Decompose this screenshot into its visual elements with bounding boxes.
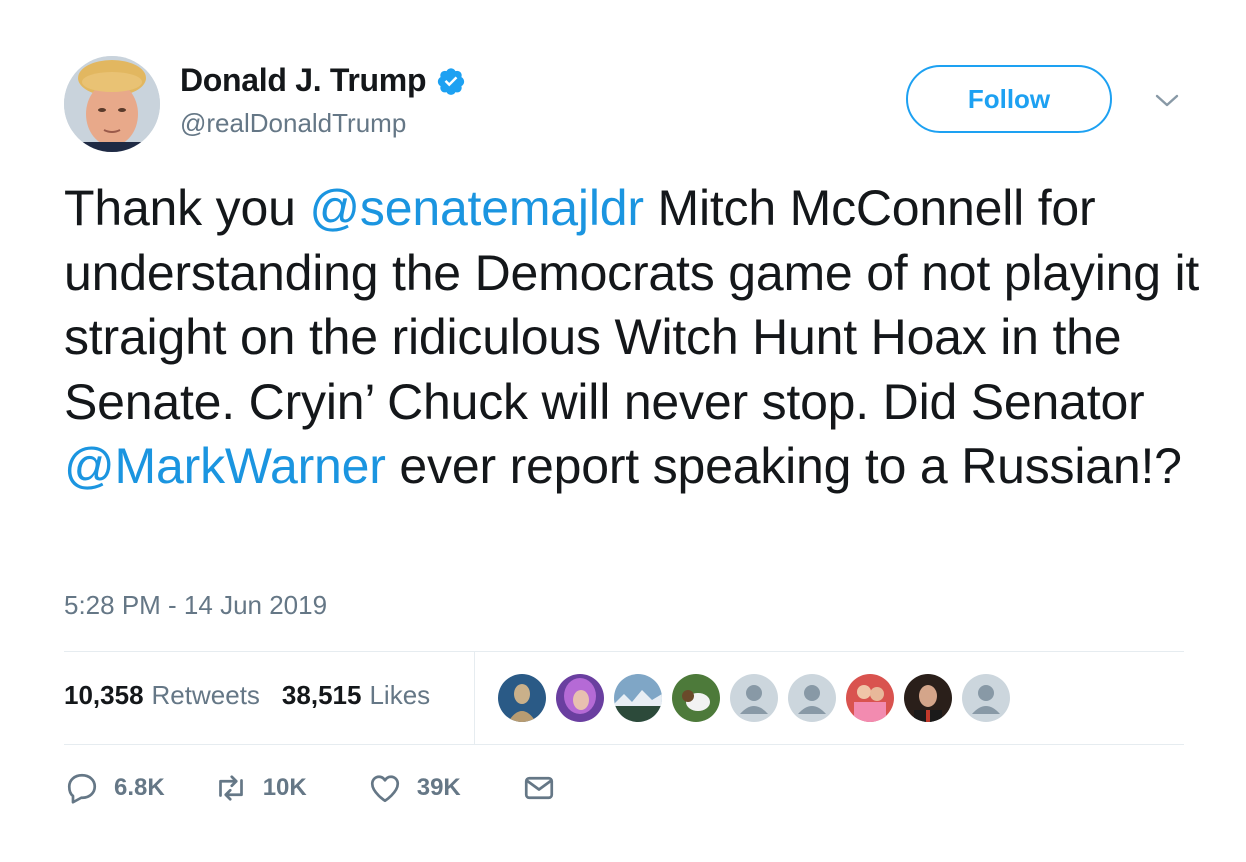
heart-icon (370, 775, 399, 803)
likes-stat[interactable]: 38,515 Likes (282, 680, 430, 711)
liker-avatar-image (672, 674, 720, 722)
tweet-text-segment: ever report speaking to a Russian!? (385, 438, 1182, 494)
likes-count: 38,515 (281, 680, 362, 710)
tweet-stats: 10,358 Retweets 38,515 Likes (64, 680, 430, 711)
default-avatar-icon[interactable] (788, 674, 836, 722)
default-avatar-icon[interactable] (962, 674, 1010, 722)
liker-avatar-image (614, 674, 662, 722)
divider-top (64, 651, 1184, 652)
retweet-icon (218, 775, 243, 801)
liker-avatar[interactable] (556, 674, 604, 722)
avatar-image (64, 56, 160, 152)
follow-button[interactable]: Follow (906, 65, 1112, 133)
default-avatar-icon[interactable] (730, 674, 778, 722)
reply-count: 6.8K (114, 774, 165, 801)
author-name[interactable]: Donald J. Trump (180, 62, 427, 99)
liker-avatar-image (904, 674, 952, 722)
verified-badge-icon (438, 67, 465, 95)
liker-avatar[interactable] (614, 674, 662, 722)
author-handle[interactable]: @realDonaldTrump (180, 108, 406, 139)
tweet-actions: 6.8K 10K 39K (64, 770, 571, 806)
tweet-text: Thank you @senatemajldr Mitch McConnell … (64, 176, 1204, 499)
reply-action[interactable]: 6.8K (64, 770, 165, 806)
divider-bottom (64, 744, 1184, 745)
tweet-timestamp[interactable]: 5:28 PM - 14 Jun 2019 (64, 590, 327, 621)
liker-avatar[interactable] (672, 674, 720, 722)
retweets-label: Retweets (151, 680, 260, 710)
tweet-text-segment: Thank you (64, 180, 310, 236)
chevron-down-icon[interactable] (1154, 92, 1180, 110)
direct-message-action[interactable] (521, 770, 571, 806)
reply-icon (67, 773, 97, 804)
liker-avatar-image (498, 674, 546, 722)
likes-label: Likes (369, 680, 431, 710)
liker-avatar-image (846, 674, 894, 722)
liker-avatar-image (556, 674, 604, 722)
mention-link-senatemajldr[interactable]: @senatemajldr (309, 180, 644, 236)
retweets-stat[interactable]: 10,358 Retweets (64, 680, 260, 711)
liker-avatars (498, 674, 1020, 722)
liker-avatar[interactable] (498, 674, 546, 722)
author-name-row: Donald J. Trump (180, 62, 466, 99)
envelope-icon (524, 776, 553, 800)
like-count: 39K (416, 774, 461, 801)
liker-avatar[interactable] (904, 674, 952, 722)
retweet-action[interactable]: 10K (213, 770, 307, 806)
liker-avatar[interactable] (846, 674, 894, 722)
author-avatar[interactable] (64, 56, 160, 152)
retweet-count: 10K (262, 774, 307, 801)
stats-separator (474, 652, 475, 744)
mention-link-markwarner[interactable]: @MarkWarner (64, 438, 386, 494)
like-action[interactable]: 39K (367, 770, 461, 806)
retweets-count: 10,358 (64, 680, 144, 710)
